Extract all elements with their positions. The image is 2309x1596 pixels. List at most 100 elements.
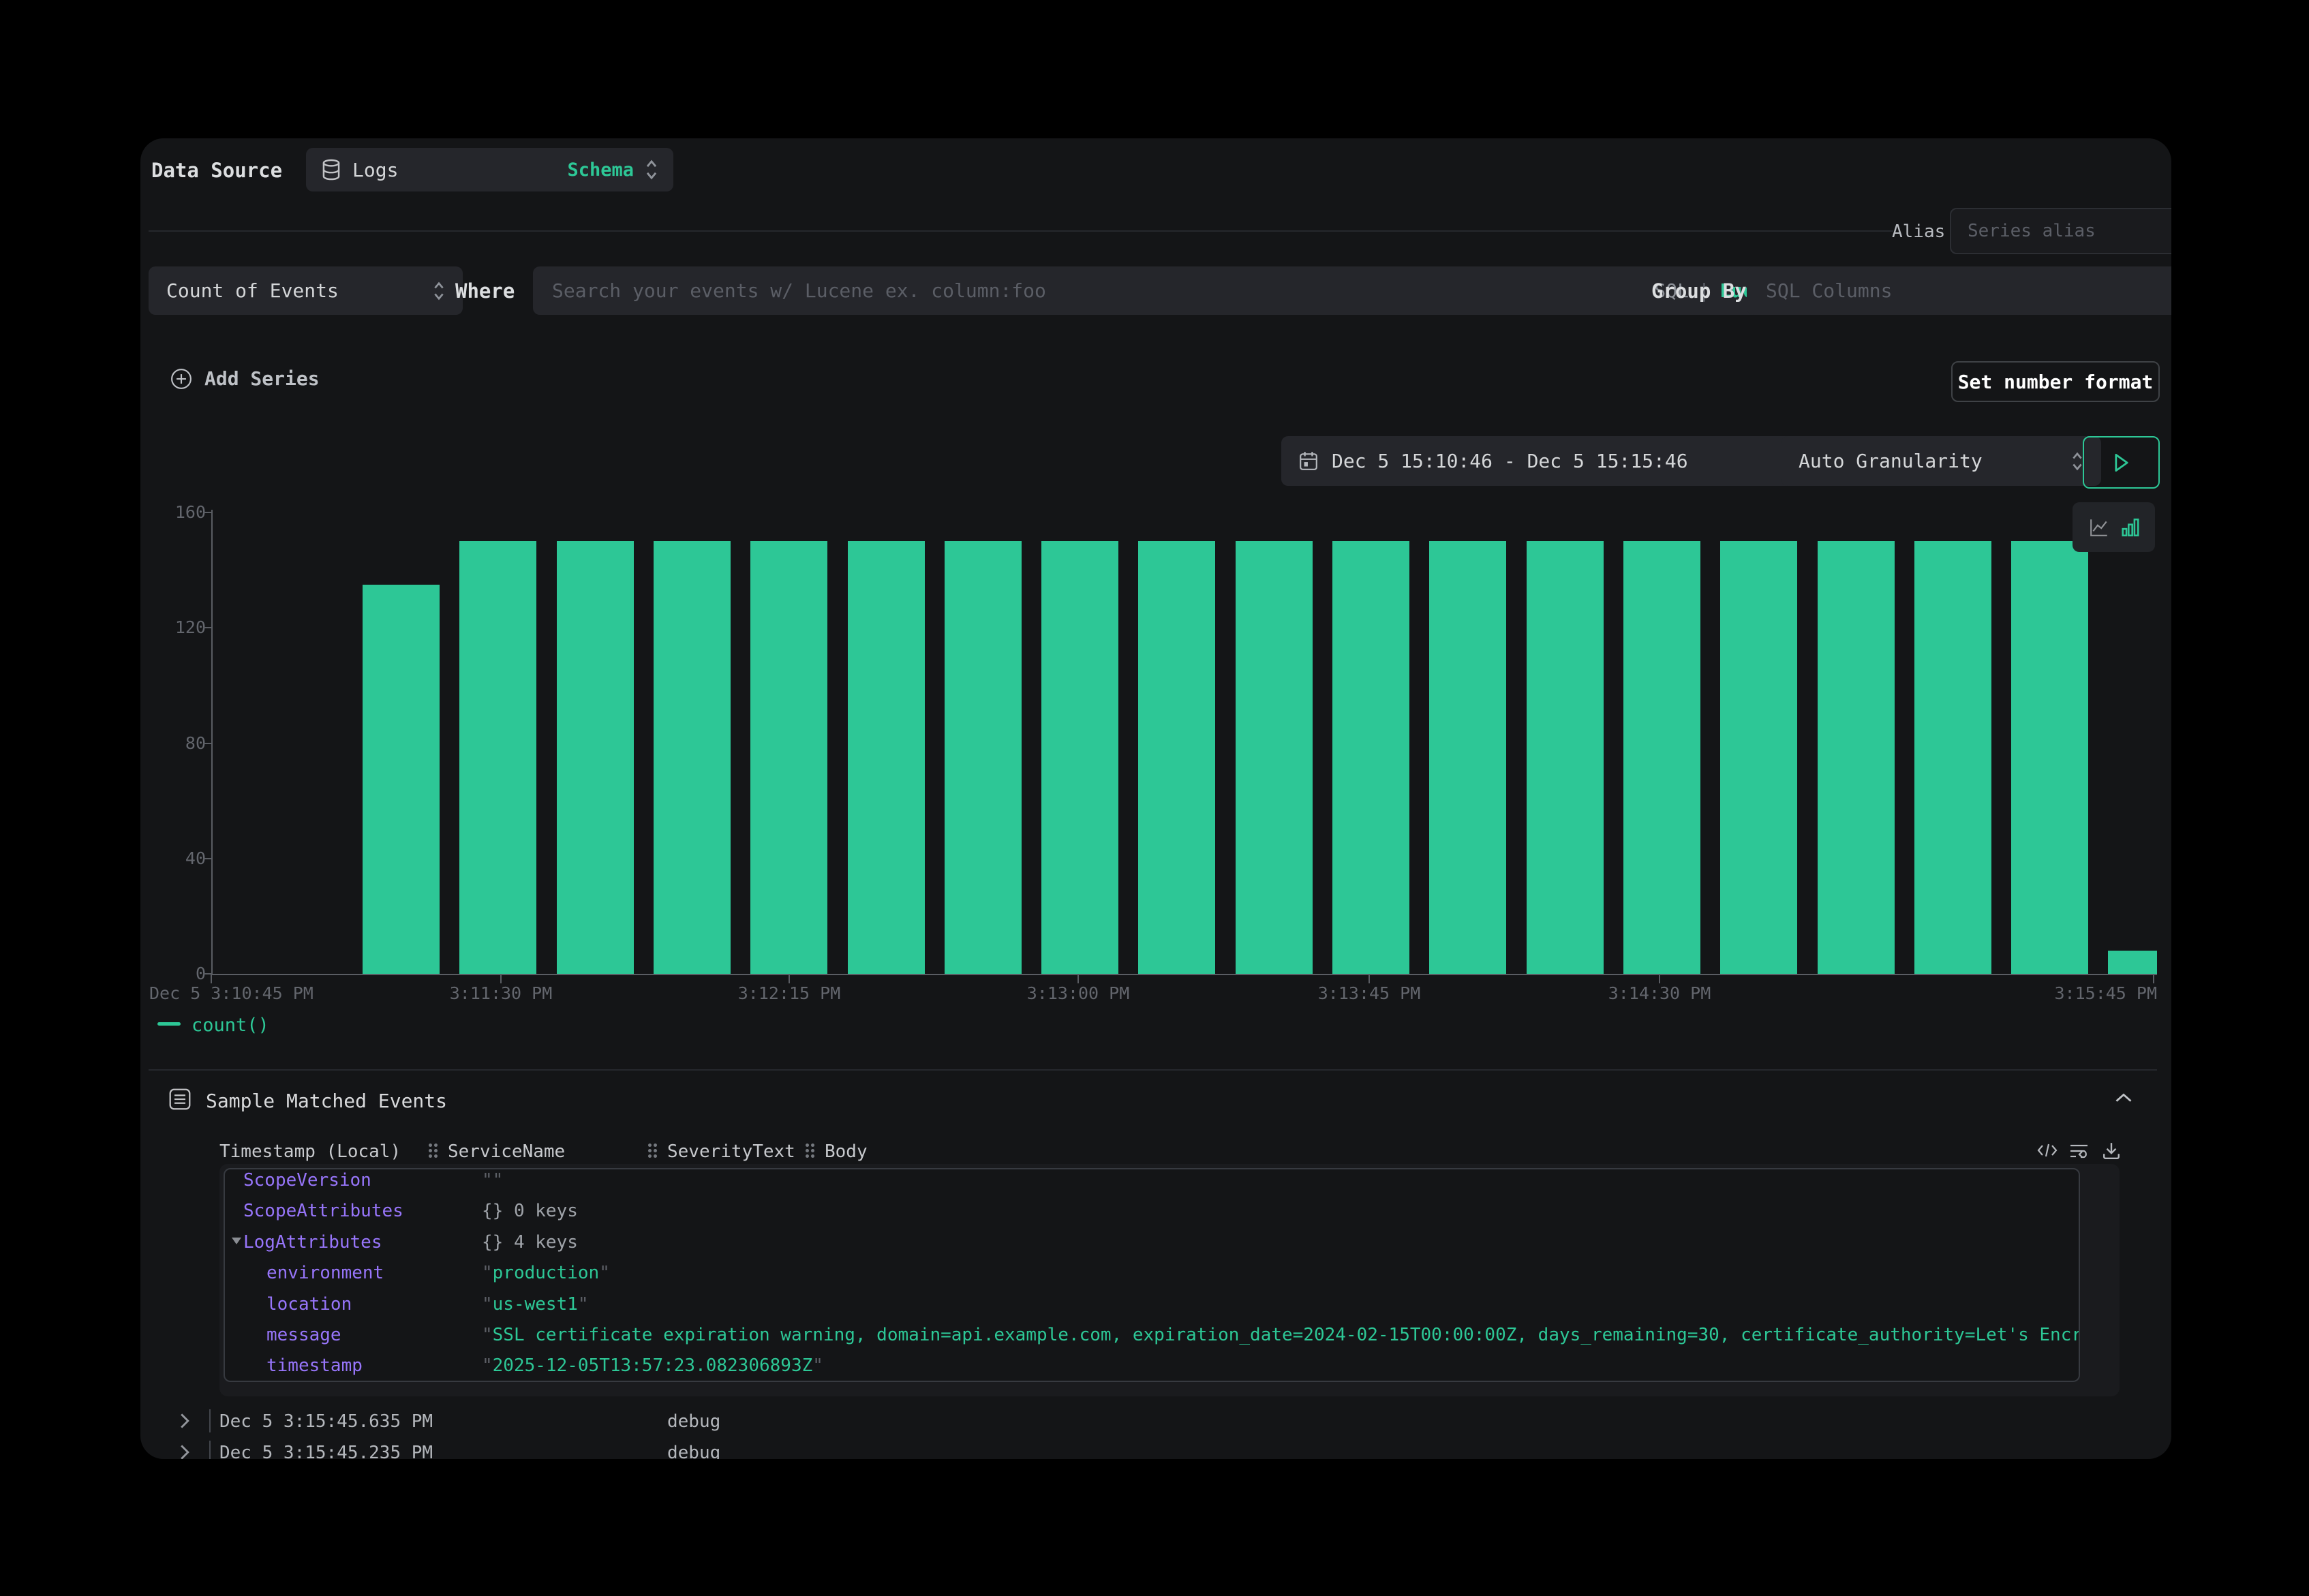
run-query-button[interactable] bbox=[2083, 436, 2160, 489]
events-panel-title: Sample Matched Events bbox=[206, 1090, 447, 1112]
play-icon bbox=[2113, 453, 2130, 472]
x-tick-label: 3:12:15 PM bbox=[687, 983, 891, 1003]
json-row: ScopeVersion "" bbox=[225, 1168, 2079, 1195]
x-tick-label: 3:13:00 PM bbox=[976, 983, 1180, 1003]
bar-segment bbox=[1914, 541, 1991, 974]
set-number-format-button[interactable]: Set number format bbox=[1951, 361, 2160, 402]
json-value: "" bbox=[482, 1170, 503, 1191]
download-icon[interactable] bbox=[2102, 1141, 2121, 1161]
bar-segment bbox=[1429, 541, 1506, 974]
alias-input[interactable] bbox=[1966, 220, 2171, 242]
column-label: Timestamp (Local) bbox=[219, 1141, 401, 1162]
json-key[interactable]: location bbox=[266, 1294, 352, 1315]
event-row[interactable]: Dec 5 3:15:45.635 PM debug bbox=[140, 1407, 2171, 1434]
time-range-value: Dec 5 15:10:46 - Dec 5 15:15:46 bbox=[1332, 450, 1688, 472]
column-label: SeverityText bbox=[667, 1141, 795, 1162]
json-key[interactable]: message bbox=[266, 1325, 341, 1345]
data-source-select[interactable]: Logs Schema bbox=[306, 148, 673, 191]
where-label: Where bbox=[455, 279, 515, 303]
group-by-label: Group By bbox=[1651, 279, 1747, 303]
add-series-button[interactable]: Add Series bbox=[170, 367, 320, 390]
x-tick-mark bbox=[1368, 974, 1370, 983]
column-header-servicename[interactable]: ServiceName bbox=[429, 1140, 565, 1163]
column-header-severitytext[interactable]: SeverityText bbox=[648, 1140, 795, 1163]
x-tick-mark bbox=[789, 974, 790, 983]
json-key[interactable]: timestamp bbox=[266, 1355, 363, 1376]
bar-segment bbox=[654, 541, 731, 974]
time-range-picker[interactable]: Dec 5 15:10:46 - Dec 5 15:15:46 bbox=[1281, 436, 1794, 486]
collapse-chevron-icon[interactable] bbox=[2114, 1091, 2133, 1105]
bar-chart-icon[interactable] bbox=[2122, 517, 2139, 538]
data-source-label: Data Source bbox=[151, 159, 282, 182]
event-row[interactable]: Dec 5 3:15:45.235 PMdebug bbox=[140, 1439, 2171, 1459]
y-tick-mark bbox=[203, 858, 211, 859]
alias-label: Alias bbox=[1892, 221, 1945, 242]
json-row: LogAttributes {} 4 keys bbox=[225, 1227, 2079, 1257]
x-tick-mark bbox=[1659, 974, 1660, 983]
bar-segment bbox=[750, 541, 827, 974]
json-value: "us-west1" bbox=[482, 1294, 589, 1315]
json-key[interactable]: LogAttributes bbox=[243, 1232, 382, 1253]
x-tick-label: 3:13:45 PM bbox=[1267, 983, 1471, 1003]
set-number-format-label: Set number format bbox=[1958, 371, 2154, 393]
group-by-input[interactable] bbox=[1764, 279, 2171, 303]
bar-segment bbox=[2011, 541, 2088, 974]
json-key[interactable]: environment bbox=[266, 1263, 384, 1283]
json-value: "SSL certificate expiration warning, dom… bbox=[482, 1325, 2080, 1345]
section-divider bbox=[149, 1069, 2157, 1071]
code-icon[interactable] bbox=[2037, 1141, 2058, 1159]
database-icon bbox=[321, 159, 341, 181]
event-severity: debug bbox=[667, 1443, 720, 1459]
bar-chart-plot bbox=[211, 512, 2157, 974]
y-tick-label: 120 bbox=[140, 617, 206, 637]
json-row: timestamp"2025-12-05T13:57:23.082306893Z… bbox=[225, 1350, 2079, 1380]
column-header-body[interactable]: Body bbox=[806, 1140, 868, 1163]
bar-segment bbox=[1720, 541, 1797, 974]
bar-segment bbox=[1332, 541, 1409, 974]
add-series-label: Add Series bbox=[204, 367, 320, 390]
json-key[interactable]: ScopeAttributes bbox=[243, 1201, 403, 1221]
y-tick-mark bbox=[203, 512, 211, 513]
calendar-icon bbox=[1299, 451, 1318, 472]
column-label: Body bbox=[825, 1141, 868, 1162]
x-tick-label: 3:15:45 PM bbox=[1953, 983, 2157, 1003]
row-divider bbox=[209, 1409, 211, 1432]
y-tick-label: 40 bbox=[140, 848, 206, 868]
y-tick-mark bbox=[203, 743, 211, 744]
column-label: ServiceName bbox=[448, 1141, 565, 1162]
event-severity: debug bbox=[667, 1411, 720, 1432]
column-header-timestamp-local-: Timestamp (Local) bbox=[219, 1140, 401, 1163]
expanded-event-panel: ScopeVersion""ScopeAttributes{} 0 keysLo… bbox=[219, 1164, 2120, 1396]
search-input[interactable] bbox=[551, 279, 1788, 303]
bar-segment bbox=[557, 541, 634, 974]
granularity-value: Auto Granularity bbox=[1799, 450, 1983, 472]
wrap-text-icon[interactable] bbox=[2069, 1141, 2090, 1159]
data-source-value: Logs bbox=[352, 159, 398, 181]
drag-handle-icon[interactable] bbox=[806, 1144, 816, 1160]
row-divider bbox=[209, 1441, 211, 1459]
drag-handle-icon[interactable] bbox=[429, 1144, 440, 1160]
aggregation-value: Count of Events bbox=[166, 279, 339, 302]
bar-segment bbox=[945, 541, 1022, 974]
json-value: "production" bbox=[482, 1263, 610, 1283]
json-key[interactable]: ScopeVersion bbox=[243, 1170, 371, 1191]
bar-segment bbox=[1527, 541, 1604, 974]
json-value: {} 4 keys bbox=[482, 1232, 578, 1253]
group-by-box bbox=[1747, 266, 2171, 315]
schema-button[interactable]: Schema bbox=[567, 159, 634, 181]
bar-segment bbox=[1041, 541, 1118, 974]
search-box: SQL | Lucene bbox=[533, 266, 1806, 315]
drag-handle-icon[interactable] bbox=[648, 1144, 659, 1160]
chevron-right-icon[interactable] bbox=[179, 1413, 191, 1429]
x-tick-mark bbox=[211, 974, 212, 983]
event-timestamp: Dec 5 3:15:45.635 PM bbox=[219, 1411, 433, 1432]
line-chart-icon[interactable] bbox=[2089, 517, 2109, 538]
chevron-right-icon[interactable] bbox=[179, 1444, 191, 1459]
granularity-select[interactable]: Auto Granularity bbox=[1781, 436, 2101, 486]
alias-input-wrap bbox=[1950, 208, 2171, 254]
x-axis-line bbox=[211, 974, 2157, 975]
x-tick-mark bbox=[2153, 974, 2154, 983]
bar-segment bbox=[848, 541, 925, 974]
aggregation-select[interactable]: Count of Events bbox=[149, 266, 463, 315]
expand-triangle-icon[interactable] bbox=[232, 1238, 241, 1244]
